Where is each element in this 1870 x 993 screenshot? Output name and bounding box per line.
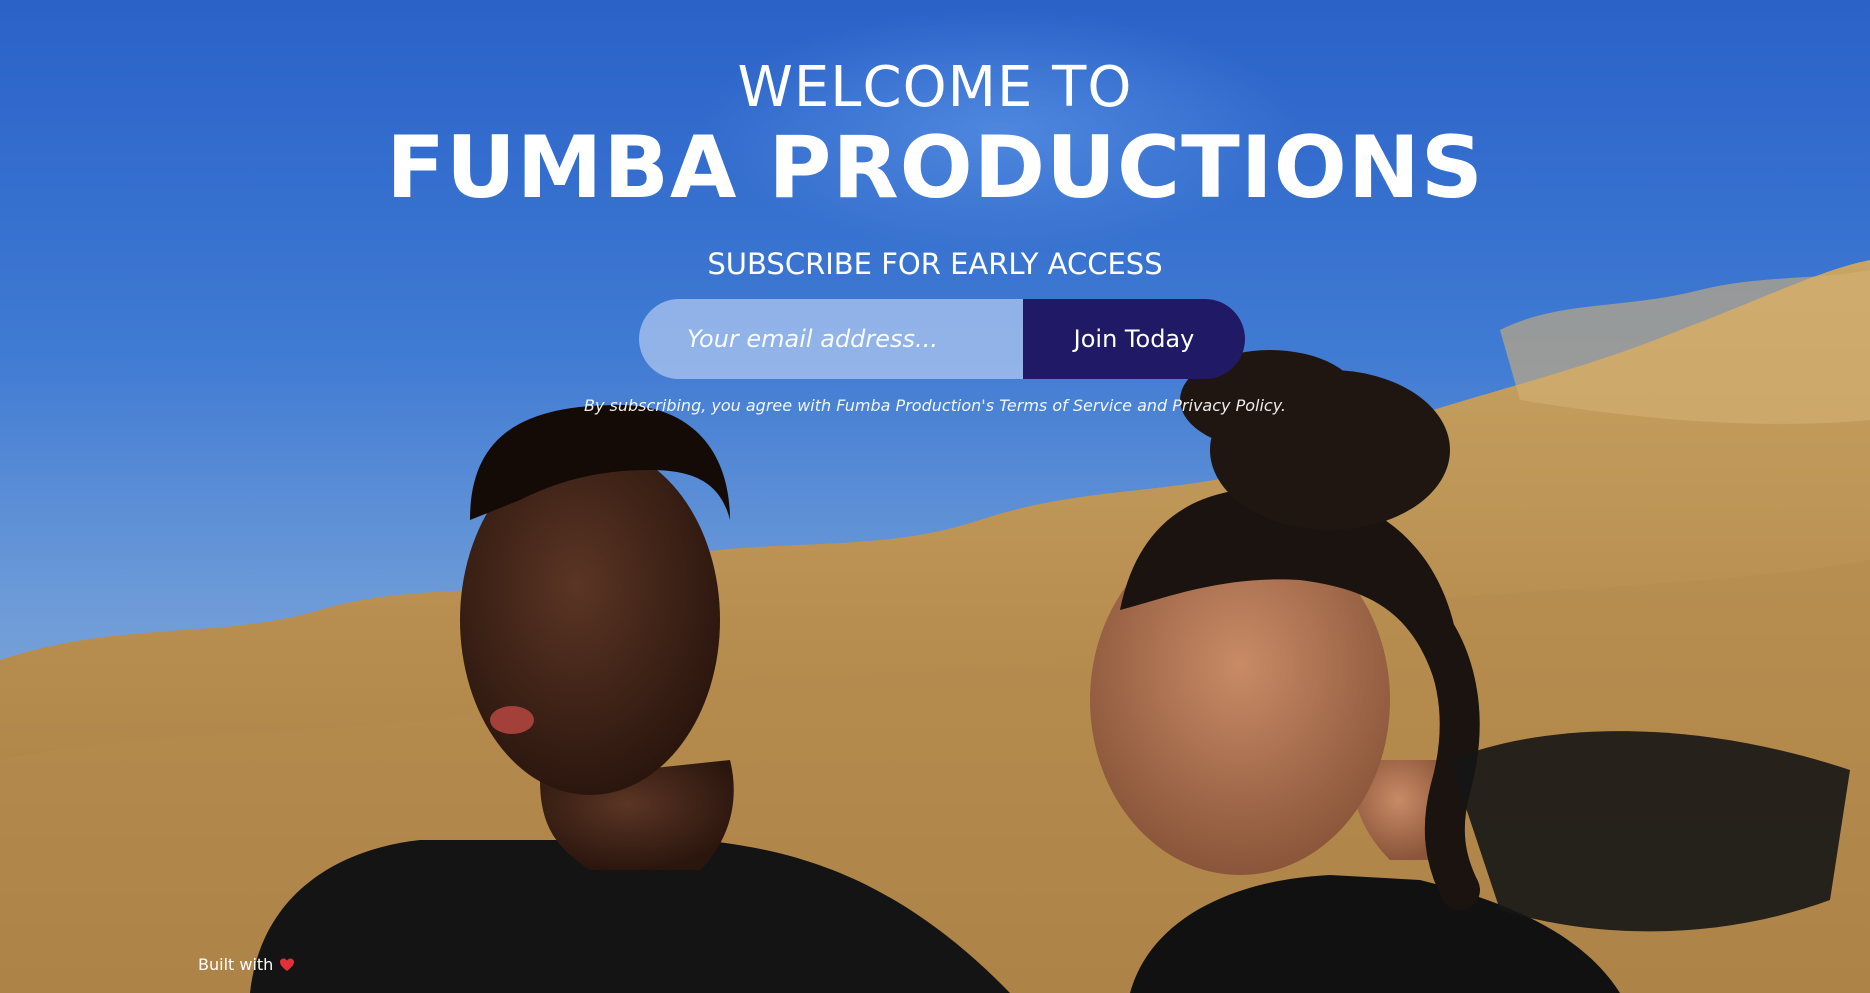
subscribe-heading: SUBSCRIBE FOR EARLY ACCESS: [707, 247, 1163, 281]
brand-title: FUMBA PRODUCTIONS: [386, 118, 1484, 218]
built-with-label: Built with: [198, 955, 274, 974]
join-today-button[interactable]: Join Today: [1023, 299, 1245, 379]
welcome-heading: WELCOME TO: [737, 55, 1133, 120]
legal-notice: By subscribing, you agree with Fumba Pro…: [584, 396, 1286, 415]
built-with-badge[interactable]: Built with: [198, 955, 295, 975]
heart-icon: [279, 957, 295, 973]
subscribe-form: Join Today: [639, 299, 1245, 379]
email-input[interactable]: [639, 299, 1023, 379]
